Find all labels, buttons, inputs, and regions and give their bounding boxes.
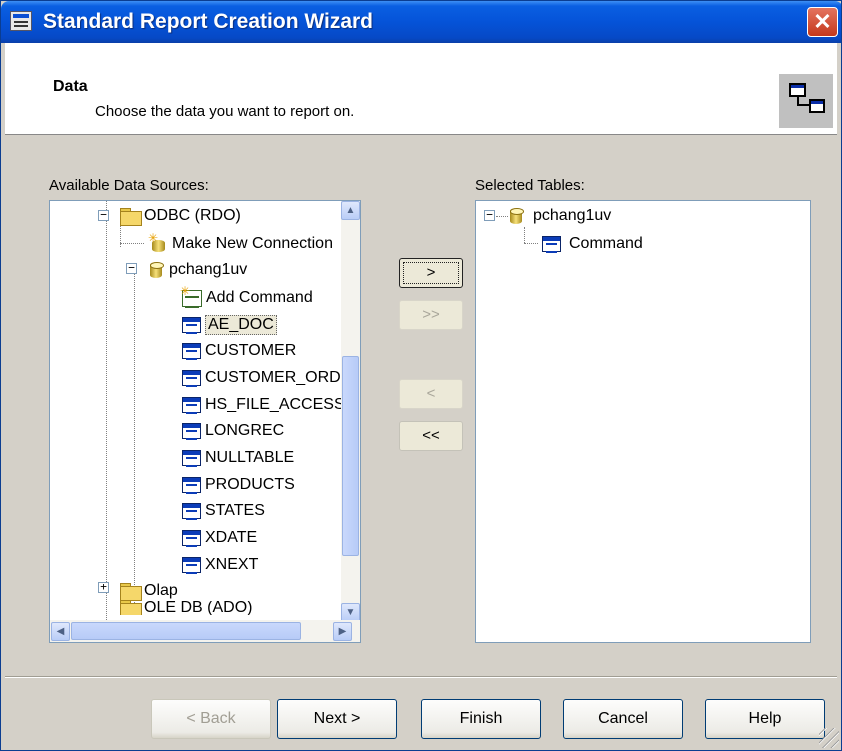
table-icon — [542, 236, 561, 253]
table-icon — [182, 557, 201, 574]
help-button[interactable]: Help — [705, 699, 825, 739]
available-data-sources-label: Available Data Sources: — [49, 177, 209, 194]
tree-node-make-new-connection[interactable]: Make New Connection — [148, 231, 333, 257]
tree-node-table[interactable]: CUSTOMER — [182, 338, 296, 364]
vertical-scroll-thumb[interactable] — [342, 356, 359, 556]
add-all-button[interactable]: >> — [399, 300, 463, 330]
tree-node-table[interactable]: STATES — [182, 498, 265, 524]
horizontal-scrollbar[interactable]: ◀ ▶ — [50, 620, 360, 642]
tree-node-table[interactable]: NULLTABLE — [182, 445, 294, 471]
table-icon — [182, 423, 201, 440]
folder-icon — [120, 601, 142, 615]
scroll-left-arrow-icon[interactable]: ◀ — [51, 622, 70, 641]
table-icon — [182, 343, 201, 360]
table-icon — [182, 397, 201, 414]
table-icon — [182, 477, 201, 494]
collapse-icon[interactable]: − — [484, 209, 495, 221]
title-bar[interactable]: Standard Report Creation Wizard ✕ — [1, 1, 841, 43]
collapse-icon[interactable]: − — [126, 262, 137, 274]
tree-node-table[interactable]: CUSTOMER_ORD — [182, 365, 341, 391]
cancel-button[interactable]: Cancel — [563, 699, 683, 739]
horizontal-scroll-thumb[interactable] — [71, 622, 301, 640]
next-button[interactable]: Next > — [277, 699, 397, 739]
scroll-right-arrow-icon[interactable]: ▶ — [333, 622, 352, 641]
database-icon — [148, 261, 165, 279]
database-icon — [508, 207, 525, 225]
close-icon: ✕ — [813, 9, 832, 34]
collapse-icon[interactable]: − — [98, 209, 109, 221]
finish-button[interactable]: Finish — [421, 699, 541, 739]
footer-separator — [5, 676, 837, 678]
tree-node-table[interactable]: XNEXT — [182, 552, 258, 578]
resize-grip-icon[interactable] — [819, 728, 839, 748]
wizard-window: Standard Report Creation Wizard ✕ Data C… — [0, 0, 842, 751]
table-icon — [182, 530, 201, 547]
table-icon — [182, 450, 201, 467]
tree-node-pchang1uv[interactable]: pchang1uv — [508, 203, 611, 229]
tree-node-table[interactable]: XDATE — [182, 525, 257, 551]
tree-node-table[interactable]: AE_DOC — [182, 312, 277, 338]
tree-node-table[interactable]: HS_FILE_ACCESS — [182, 392, 345, 418]
wizard-header: Data Choose the data you want to report … — [5, 43, 837, 135]
folder-icon — [120, 583, 142, 601]
tree-node-table[interactable]: PRODUCTS — [182, 472, 295, 498]
page-title: Data — [53, 78, 88, 95]
selected-tables-label: Selected Tables: — [475, 177, 585, 194]
scroll-up-arrow-icon[interactable]: ▲ — [341, 201, 360, 220]
close-button[interactable]: ✕ — [807, 7, 838, 37]
table-icon — [182, 317, 201, 334]
tree-node-oledb[interactable]: OLE DB (ADO) — [120, 601, 252, 615]
remove-selected-button[interactable]: < — [399, 379, 463, 409]
table-icon — [182, 370, 201, 387]
add-selected-button[interactable]: > — [399, 258, 463, 288]
add-command-icon — [180, 284, 202, 308]
expand-icon[interactable]: + — [98, 581, 109, 593]
data-tables-icon — [779, 74, 833, 128]
tree-node-pchang1uv[interactable]: pchang1uv — [148, 257, 247, 283]
folder-icon — [120, 208, 142, 226]
remove-all-button[interactable]: << — [399, 421, 463, 451]
page-subtitle: Choose the data you want to report on. — [95, 103, 355, 120]
tree-node-table[interactable]: LONGREC — [182, 418, 284, 444]
available-data-sources-tree[interactable]: − − + ODBC (RDO) Make New Connection pch… — [49, 200, 361, 643]
new-connection-icon — [148, 231, 168, 253]
tree-node-command[interactable]: Command — [542, 231, 643, 257]
tree-node-add-command[interactable]: Add Command — [180, 284, 313, 311]
window-title: Standard Report Creation Wizard — [43, 10, 374, 33]
vertical-scrollbar[interactable]: ▲ ▼ — [341, 201, 360, 622]
back-button[interactable]: < Back — [151, 699, 271, 739]
app-icon — [10, 11, 32, 31]
selected-tables-tree[interactable]: − pchang1uv Command — [475, 200, 811, 643]
table-icon — [182, 503, 201, 520]
tree-node-odbc[interactable]: ODBC (RDO) — [120, 203, 241, 229]
